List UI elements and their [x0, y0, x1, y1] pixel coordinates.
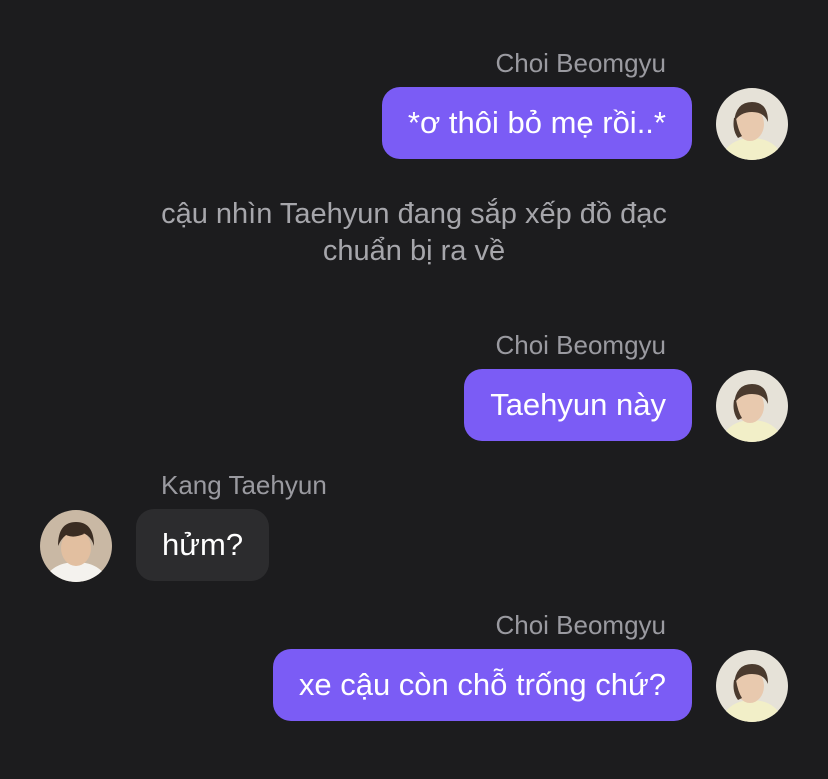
message-bubble-outgoing[interactable]: *ơ thôi bỏ mẹ rồi..* [381, 87, 692, 159]
sender-name: Choi Beomgyu [495, 48, 666, 78]
message-bubble-incoming[interactable]: hửm? [136, 509, 270, 581]
avatar-photo-icon [716, 650, 788, 722]
beomgyu-avatar[interactable] [716, 650, 788, 722]
narration-line: cậu nhìn Taehyun đang sắp xếp đồ đạc [161, 198, 667, 230]
narration-line: chuẩn bị ra về [322, 235, 506, 267]
avatar-photo-icon [40, 510, 112, 582]
avatar-photo-icon [716, 88, 788, 160]
narration-text: cậu nhìn Taehyun đang sắp xếp đồ đạc chu… [100, 196, 728, 270]
avatar-photo-icon [716, 370, 788, 442]
sender-name: Choi Beomgyu [495, 330, 666, 360]
message-bubble-outgoing[interactable]: Taehyun này [464, 369, 692, 441]
beomgyu-avatar[interactable] [716, 88, 788, 160]
message-bubble-outgoing[interactable]: xe cậu còn chỗ trống chứ? [272, 649, 692, 721]
sender-name: Choi Beomgyu [495, 610, 666, 640]
chat-screen: Choi Beomgyu *ơ thôi bỏ mẹ rồi..* cậu nh… [0, 0, 828, 779]
beomgyu-avatar[interactable] [716, 370, 788, 442]
taehyun-avatar[interactable] [40, 510, 112, 582]
sender-name: Kang Taehyun [161, 470, 327, 500]
